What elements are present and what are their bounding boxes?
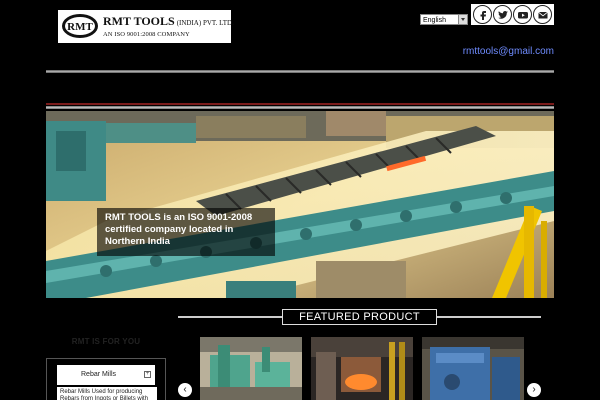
logo-name: RMT TOOLS (INDIA) PVT. LTD. xyxy=(103,14,234,29)
product-thumbnail-2[interactable] xyxy=(311,337,413,400)
sidebar-item-label: Rebar Mills xyxy=(81,371,117,378)
twitter-icon[interactable] xyxy=(493,5,512,24)
hero-top-divider xyxy=(46,106,554,109)
featured-product-heading: FEATURED PRODUCT xyxy=(282,309,437,325)
chevron-right-icon[interactable]: › xyxy=(527,383,541,397)
chevron-down-icon xyxy=(458,15,467,24)
hero-caption: RMT TOOLS is an ISO 9001-2008 certified … xyxy=(97,208,275,256)
hero-factory-image xyxy=(46,111,554,298)
sidebar-item-description: Rebar Mills Used for producing Rebars fr… xyxy=(57,387,157,400)
contact-email-link[interactable]: rmttools@gmail.com xyxy=(463,46,554,57)
sidebar-item-rebar-mills[interactable]: Rebar Mills + xyxy=(57,365,155,385)
chevron-left-icon[interactable]: ‹ xyxy=(178,383,192,397)
social-links xyxy=(471,4,554,25)
mail-icon[interactable] xyxy=(533,5,552,24)
logo-suffix: (INDIA) PVT. LTD. xyxy=(176,19,234,27)
product-image-1 xyxy=(200,337,302,400)
language-selected-value: English xyxy=(423,17,446,24)
facebook-icon[interactable] xyxy=(473,5,492,24)
sidebar-products-box: Rebar Mills + Rebar Mills Used for produ… xyxy=(46,358,166,400)
logo-name-text: RMT TOOLS xyxy=(103,14,175,28)
logo-emblem-icon: RMT xyxy=(62,14,98,38)
sidebar-heading: RMT IS FOR YOU xyxy=(71,337,141,346)
product-image-2 xyxy=(311,337,413,400)
product-thumbnail-3[interactable] xyxy=(422,337,524,400)
youtube-glyph xyxy=(518,12,528,19)
logo-tagline: AN ISO 9001:2008 COMPANY xyxy=(103,31,190,38)
product-thumbnail-1[interactable] xyxy=(200,337,302,400)
twitter-glyph xyxy=(498,11,508,19)
company-logo[interactable]: RMT RMT TOOLS (INDIA) PVT. LTD. AN ISO 90… xyxy=(58,10,234,43)
header-divider xyxy=(46,70,554,73)
youtube-icon[interactable] xyxy=(513,5,532,24)
hero-banner xyxy=(46,111,554,298)
facebook-glyph xyxy=(480,11,486,20)
language-select[interactable]: English xyxy=(420,14,468,25)
hero-top-accent xyxy=(46,103,554,105)
mail-glyph xyxy=(538,11,548,19)
expand-plus-icon[interactable]: + xyxy=(144,371,151,378)
logo-emblem-text: RMT xyxy=(67,21,93,33)
product-image-3 xyxy=(422,337,524,400)
